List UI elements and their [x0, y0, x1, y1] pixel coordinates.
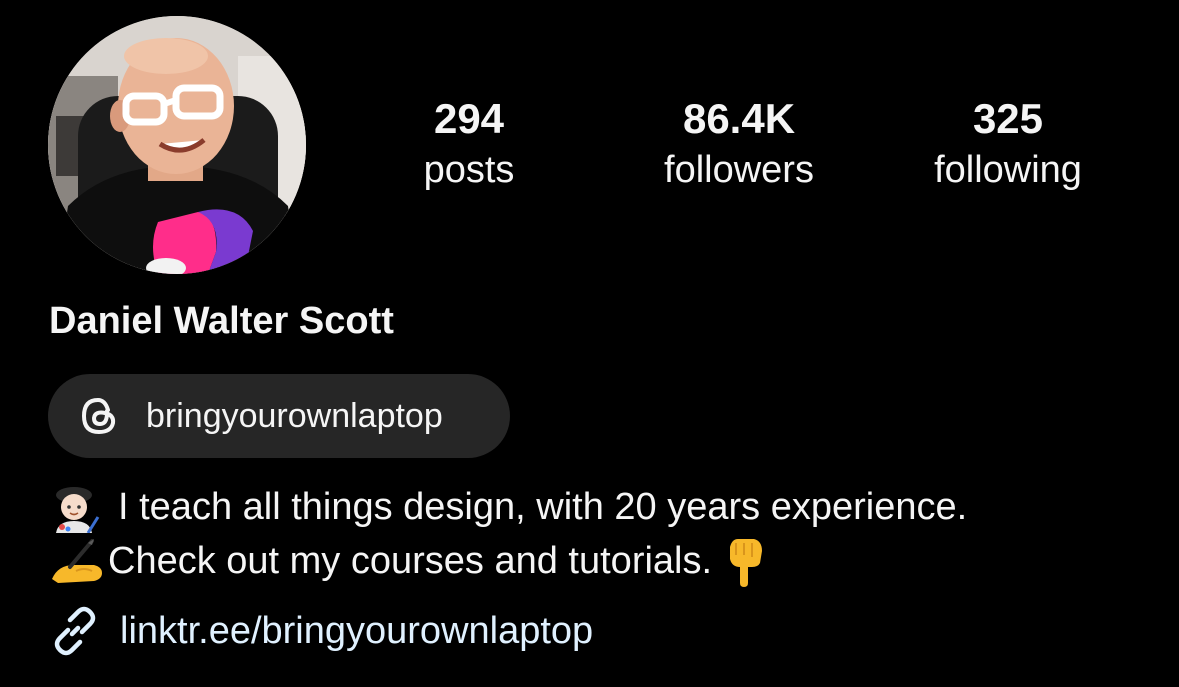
followers-count: 86.4K	[682, 95, 796, 142]
posts-stat[interactable]: 294 posts	[424, 92, 515, 194]
posts-count: 294	[433, 95, 505, 142]
following-stat[interactable]: 325 following	[934, 92, 1082, 194]
bio-line-1: I teach all things design, with 20 years…	[48, 480, 967, 534]
threads-handle: bringyourownlaptop	[146, 396, 443, 435]
writing-hand-emoji-icon	[48, 535, 108, 587]
bio: I teach all things design, with 20 years…	[48, 480, 967, 588]
following-label: following	[934, 149, 1082, 191]
external-link[interactable]: linktr.ee/bringyourownlaptop	[48, 604, 593, 658]
avatar[interactable]	[48, 16, 306, 274]
link-icon	[48, 604, 102, 658]
profile-header: 294 posts 86.4K followers 325 following …	[0, 0, 1179, 687]
artist-emoji-icon	[48, 481, 100, 534]
link-text: linktr.ee/bringyourownlaptop	[120, 610, 594, 652]
bio-text-1: I teach all things design, with 20 years…	[118, 486, 968, 528]
pointing-down-emoji-icon	[724, 535, 768, 587]
threads-icon	[78, 395, 120, 437]
bio-line-2: Check out my courses and tutorials.	[48, 534, 967, 588]
followers-stat[interactable]: 86.4K followers	[664, 92, 814, 194]
following-count: 325	[972, 95, 1044, 142]
followers-label: followers	[664, 149, 814, 191]
posts-label: posts	[423, 149, 515, 191]
bio-text-2: Check out my courses and tutorials.	[108, 540, 713, 582]
threads-badge-button[interactable]: bringyourownlaptop	[48, 374, 510, 458]
display-name: Daniel Walter Scott	[49, 300, 394, 342]
profile-photo	[48, 16, 306, 274]
